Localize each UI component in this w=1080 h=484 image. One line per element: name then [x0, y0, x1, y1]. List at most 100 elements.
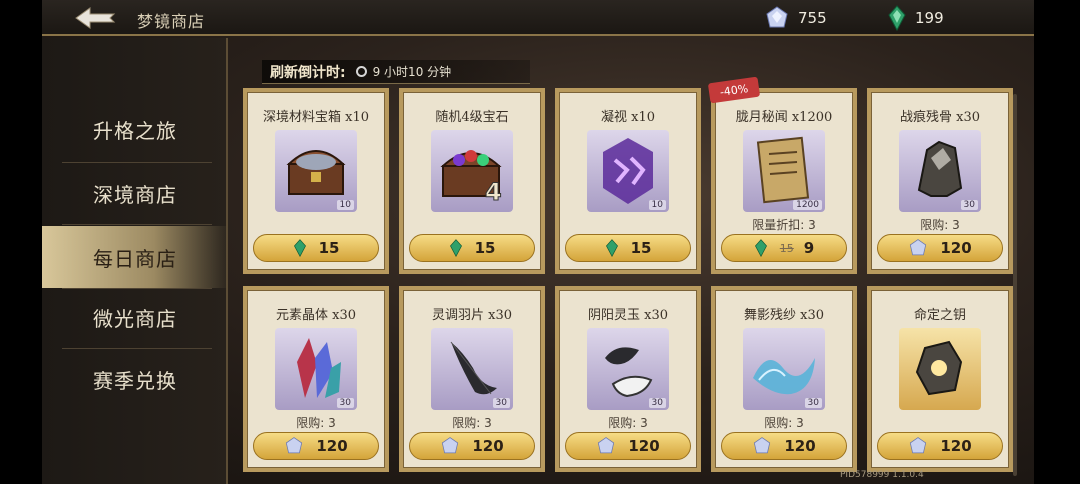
- item-quantity: 10: [648, 200, 666, 210]
- sidebar: 升格之旅 深境商店 每日商店 微光商店 赛季兑换: [42, 38, 228, 484]
- green-gem-icon: [605, 239, 618, 257]
- item-name: 阴阳灵玉 x30: [587, 308, 668, 323]
- price: 120: [784, 437, 816, 455]
- scrollbar[interactable]: [1013, 94, 1017, 476]
- item-name: 凝视 x10: [600, 110, 655, 125]
- buy-button[interactable]: 120: [721, 432, 847, 460]
- item-name: 深境材料宝箱 x10: [262, 110, 369, 125]
- purchase-limit: 限购: 3: [452, 416, 492, 430]
- item-name: 胧月秘闻 x1200: [735, 110, 833, 125]
- sidebar-item-label: 升格之旅: [93, 118, 177, 143]
- purchase-limit: 限购: 3: [296, 416, 336, 430]
- crystal-currency[interactable]: 755: [764, 5, 827, 31]
- buy-button[interactable]: 120: [253, 432, 379, 460]
- buy-button[interactable]: 120: [409, 432, 535, 460]
- item-quantity: 30: [336, 398, 354, 408]
- element-crystal-icon: 30: [275, 328, 357, 410]
- purchase-limit: 限购: 3: [608, 416, 648, 430]
- item-name: 战痕残骨 x30: [899, 110, 980, 125]
- buy-button[interactable]: 120: [877, 432, 1003, 460]
- price: 120: [940, 437, 972, 455]
- item-quantity: 10: [336, 200, 354, 210]
- back-button[interactable]: [72, 6, 118, 30]
- top-bar: 梦镜商店 755 199: [42, 0, 1034, 36]
- shop-item-card[interactable]: 阴阳灵玉 x30 30 限购: 3 120: [555, 286, 701, 472]
- refresh-time: 9 小时10 分钟: [372, 65, 452, 79]
- buy-button[interactable]: 120: [877, 234, 1003, 262]
- buy-button[interactable]: 15 9: [721, 234, 847, 262]
- item-quantity: 1200: [793, 200, 822, 210]
- item-quantity: 30: [648, 398, 666, 408]
- price: 120: [628, 437, 660, 455]
- gem-currency[interactable]: 199: [887, 5, 944, 31]
- refresh-countdown: 刷新倒计时: 9 小时10 分钟: [262, 60, 530, 84]
- item-quantity: 30: [804, 398, 822, 408]
- key-stone-icon: [899, 328, 981, 410]
- crystal-icon: [766, 6, 788, 28]
- shop-item-card[interactable]: 随机4级宝石 4 15: [399, 88, 545, 274]
- item-name: 舞影残纱 x30: [743, 308, 824, 323]
- treasure-chest-icon: 10: [275, 130, 357, 212]
- crystal-icon: [910, 239, 927, 256]
- bone-icon: 30: [899, 130, 981, 212]
- crystal-icon: [286, 437, 303, 454]
- page-title: 梦镜商店: [137, 12, 206, 31]
- sidebar-item-label: 微光商店: [93, 306, 177, 331]
- shop-item-card[interactable]: 深境材料宝箱 x10 10 15: [243, 88, 389, 274]
- shop-screen: 梦镜商店 755 199 升格之旅 深境商店 每日商店 微光商店 赛季兑换 刷新…: [0, 0, 1080, 484]
- purchase-limit: 限量折扣: 3: [752, 218, 816, 232]
- shop-item-card[interactable]: 舞影残纱 x30 30 限购: 3 120: [711, 286, 857, 472]
- sidebar-item-label: 每日商店: [93, 246, 177, 271]
- clock-icon: [355, 66, 367, 77]
- price: 120: [472, 437, 504, 455]
- crystal-icon: [598, 437, 615, 454]
- item-name: 元素晶体 x30: [275, 308, 356, 323]
- price: 15: [630, 239, 652, 257]
- gem-count: 199: [915, 9, 944, 27]
- shop-item-card[interactable]: 战痕残骨 x30 30 限购: 3 120: [867, 88, 1013, 274]
- price: 15: [474, 239, 496, 257]
- item-name: 随机4级宝石: [435, 110, 509, 125]
- crystal-icon: [754, 437, 771, 454]
- original-price: 15: [779, 241, 794, 255]
- item-name: 灵调羽片 x30: [431, 308, 512, 323]
- sidebar-item-glimmer-shop[interactable]: 微光商店: [42, 286, 228, 348]
- svg-text:4: 4: [485, 178, 502, 206]
- sidebar-item-daily-shop[interactable]: 每日商店: [42, 226, 228, 288]
- crystal-icon: [910, 437, 927, 454]
- sidebar-item-ascension[interactable]: 升格之旅: [42, 98, 228, 160]
- price: 120: [940, 239, 972, 257]
- price: 9: [803, 239, 815, 257]
- buy-button[interactable]: 15: [409, 234, 535, 262]
- gem-chest-icon: 4: [431, 130, 513, 212]
- sidebar-item-label: 深境商店: [93, 182, 177, 207]
- item-name: 命定之钥: [913, 308, 966, 323]
- build-id: PID578999 1.1.0.4: [840, 470, 924, 480]
- purchase-limit: 限购: 3: [764, 416, 804, 430]
- discount-badge: -40%: [707, 76, 761, 104]
- price: 15: [318, 239, 340, 257]
- silk-icon: 30: [743, 328, 825, 410]
- shop-item-card[interactable]: 凝视 x10 10 15: [555, 88, 701, 274]
- purchase-limit: 限购: 3: [920, 218, 960, 232]
- jade-icon: 30: [587, 328, 669, 410]
- buy-button[interactable]: 15: [253, 234, 379, 262]
- green-gem-icon: [888, 5, 906, 31]
- buy-button[interactable]: 120: [565, 432, 691, 460]
- sidebar-item-season-exchange[interactable]: 赛季兑换: [42, 348, 228, 410]
- scroll-icon: 1200: [743, 130, 825, 212]
- shop-item-card[interactable]: 命定之钥 120: [867, 286, 1013, 472]
- sidebar-item-abyss-shop[interactable]: 深境商店: [42, 162, 228, 224]
- refresh-label: 刷新倒计时:: [270, 64, 346, 81]
- sidebar-item-label: 赛季兑换: [93, 368, 177, 393]
- right-edge: [1034, 0, 1080, 484]
- item-quantity: 30: [492, 398, 510, 408]
- shop-item-card[interactable]: -40% 胧月秘闻 x1200 1200 限量折扣: 3 15 9: [707, 76, 857, 274]
- green-gem-icon: [754, 239, 767, 257]
- item-quantity: 30: [960, 200, 978, 210]
- shop-item-card[interactable]: 元素晶体 x30 30 限购: 3 120: [243, 286, 389, 472]
- sidebar-divider: [62, 224, 212, 225]
- rune-icon: 10: [587, 130, 669, 212]
- buy-button[interactable]: 15: [565, 234, 691, 262]
- shop-item-card[interactable]: 灵调羽片 x30 30 限购: 3 120: [399, 286, 545, 472]
